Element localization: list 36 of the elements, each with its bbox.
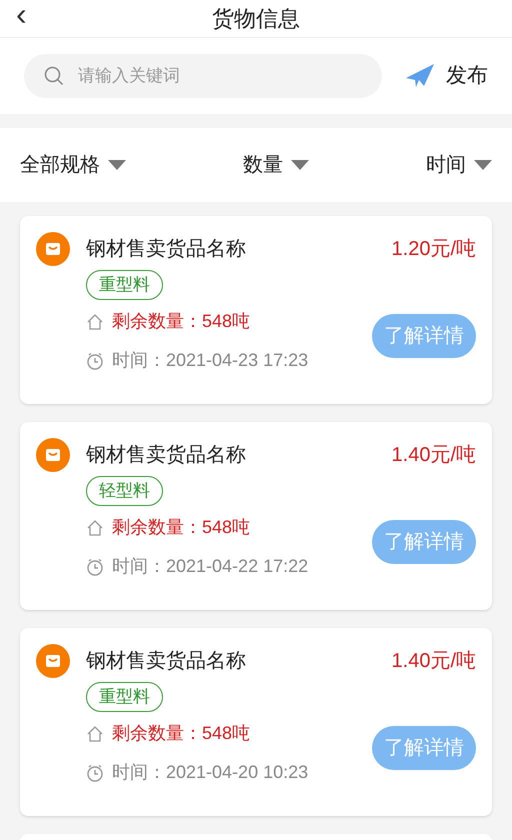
filter-dropdown[interactable]: 时间 <box>426 150 492 180</box>
shopping-bag-icon <box>36 644 70 678</box>
search-field[interactable]: 请输入关键词 <box>24 54 382 98</box>
clock-icon <box>86 558 104 576</box>
publish-button[interactable]: 发布 <box>406 60 488 92</box>
back-button[interactable]: ‹ <box>16 0 27 28</box>
shopping-bag-icon <box>36 438 70 472</box>
goods-price: 1.40元/吨 <box>392 443 476 468</box>
goods-price: 1.20元/吨 <box>392 237 476 262</box>
paper-plane-icon <box>406 64 434 88</box>
caret-icon <box>474 160 492 170</box>
post-time: 时间：2021-04-23 17:23 <box>112 349 308 372</box>
post-time: 时间：2021-04-22 17:22 <box>112 555 308 578</box>
clock-icon <box>86 764 104 782</box>
goods-price: 1.40元/吨 <box>392 649 476 674</box>
house-icon <box>86 312 104 330</box>
remaining-quantity: 剩余数量：548吨 <box>112 310 250 333</box>
caret-icon <box>291 160 309 170</box>
post-time: 时间：2021-04-20 10:23 <box>112 761 308 784</box>
house-icon <box>86 724 104 742</box>
search-icon <box>44 66 64 86</box>
filter-dropdown[interactable]: 数量 <box>243 150 309 180</box>
goods-name: 钢材售卖货品名称 <box>86 237 246 262</box>
clock-icon <box>86 352 104 370</box>
category-tag: 重型料 <box>86 682 163 712</box>
page-title: 货物信息 <box>212 5 300 33</box>
filter-dropdown[interactable]: 全部规格 <box>20 150 126 180</box>
house-icon <box>86 518 104 536</box>
category-tag: 轻型料 <box>86 476 163 506</box>
remaining-quantity: 剩余数量：548吨 <box>112 722 250 745</box>
category-tag: 重型料 <box>86 270 163 300</box>
remaining-quantity: 剩余数量：548吨 <box>112 516 250 539</box>
caret-icon <box>108 160 126 170</box>
goods-name: 钢材售卖货品名称 <box>86 649 246 674</box>
goods-name: 钢材售卖货品名称 <box>86 443 246 468</box>
shopping-bag-icon <box>36 232 70 266</box>
